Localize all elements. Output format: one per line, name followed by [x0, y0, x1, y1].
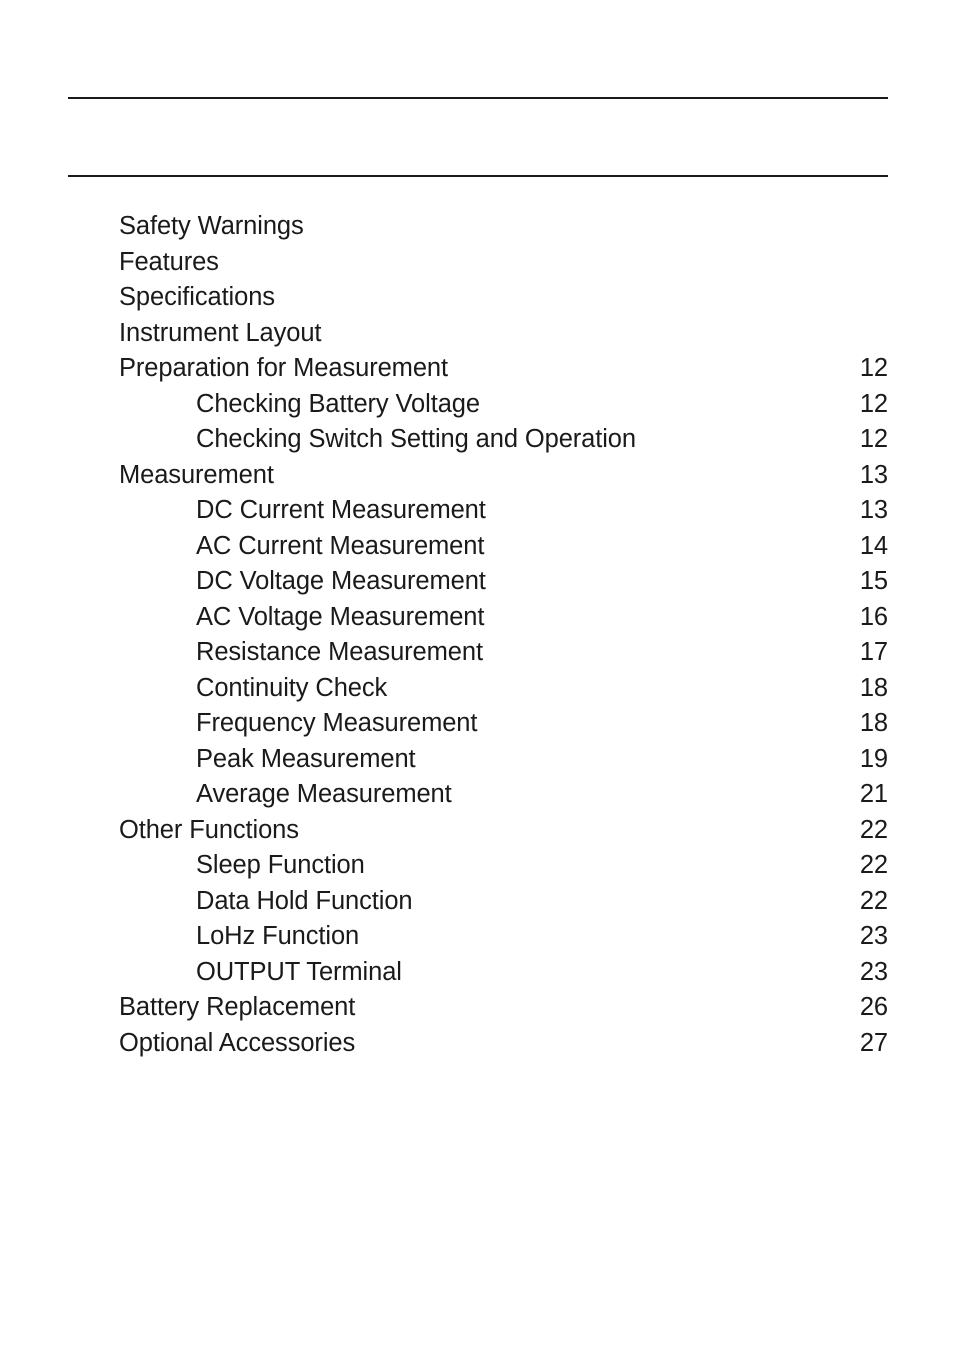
toc-entry[interactable]: Features — [119, 245, 888, 281]
toc-entry-page-number: 22 — [859, 851, 888, 879]
toc-entry[interactable]: Resistance Measurement 17 — [119, 635, 888, 671]
toc-entry-label: Peak Measurement — [196, 744, 416, 773]
toc-entry[interactable]: Battery Replacement 26 — [119, 990, 888, 1026]
toc-entry-label: AC Current Measurement — [196, 531, 485, 560]
toc-entry-page-number: 14 — [859, 531, 888, 560]
toc-entry-label: AC Voltage Measurement — [196, 602, 485, 631]
toc-entry[interactable]: Specifications — [119, 280, 888, 316]
toc-entry-label: Frequency Measurement — [196, 709, 478, 737]
toc-entry-label: Sleep Function — [196, 851, 365, 879]
toc-entry-label: DC Current Measurement — [196, 496, 486, 524]
toc-entry-page-number: 27 — [859, 1028, 888, 1057]
toc-entry[interactable]: Other Functions 22 — [119, 813, 888, 849]
toc-entry-page-number: 19 — [859, 744, 888, 773]
toc-entry-page-number: 22 — [859, 815, 888, 844]
toc-entry[interactable]: Instrument Layout — [119, 316, 888, 352]
toc-entry-page-number: 13 — [859, 496, 888, 524]
toc-entry[interactable]: Frequency Measurement 18 — [119, 706, 888, 742]
toc-entry[interactable]: Continuity Check 18 — [119, 671, 888, 707]
toc-entry-label: Instrument Layout — [119, 318, 322, 347]
toc-entry[interactable]: Average Measurement 21 — [119, 777, 888, 813]
toc-entry[interactable]: Data Hold Function 22 — [119, 884, 888, 920]
toc-entry-label: Features — [119, 247, 219, 276]
toc-entry-label: Preparation for Measurement — [119, 354, 448, 382]
table-of-contents: Safety Warnings Features Specifications Ins… — [119, 209, 888, 1061]
toc-entry-page-number: 26 — [859, 993, 888, 1021]
header-rule-bottom — [68, 175, 888, 177]
toc-entry-label: Optional Accessories — [119, 1028, 356, 1057]
header-rule-top — [68, 97, 888, 99]
toc-entry-page-number: 22 — [859, 886, 888, 915]
toc-entry[interactable]: OUTPUT Terminal 23 — [119, 955, 888, 991]
toc-entry-page-number: 16 — [859, 602, 888, 631]
toc-entry-label: Safety Warnings — [119, 212, 304, 240]
toc-entry[interactable]: AC Current Measurement 14 — [119, 529, 888, 565]
toc-entry[interactable]: Sleep Function 22 — [119, 848, 888, 884]
toc-entry-page-number: 18 — [859, 673, 888, 702]
toc-entry[interactable]: Checking Battery Voltage 12 — [119, 387, 888, 423]
toc-entry-label: Checking Battery Voltage — [196, 389, 480, 418]
toc-entry-label: Battery Replacement — [119, 993, 356, 1021]
toc-page: Safety Warnings Features Specifications Ins… — [0, 0, 954, 1346]
toc-entry-page-number: 12 — [859, 389, 888, 418]
toc-entry-page-number: 13 — [859, 460, 888, 489]
toc-entry[interactable]: Safety Warnings — [119, 209, 888, 245]
toc-entry[interactable]: AC Voltage Measurement 16 — [119, 600, 888, 636]
page-title — [68, 113, 888, 171]
toc-entry-page-number: 23 — [859, 957, 888, 986]
toc-entry-page-number: 23 — [859, 922, 888, 950]
toc-entry-label: Measurement — [119, 460, 274, 489]
toc-entry-page-number: 18 — [859, 709, 888, 737]
toc-entry-label: Checking Switch Setting and Operation — [196, 425, 636, 453]
toc-entry-page-number: 17 — [859, 638, 888, 666]
toc-entry[interactable]: Measurement 13 — [119, 458, 888, 494]
toc-entry[interactable]: Peak Measurement 19 — [119, 742, 888, 778]
toc-entry-label: Continuity Check — [196, 673, 388, 702]
toc-entry-page-number: 12 — [859, 425, 888, 453]
toc-entry-page-number: 12 — [859, 354, 888, 382]
toc-entry[interactable]: LoHz Function 23 — [119, 919, 888, 955]
toc-entry-label: Other Functions — [119, 815, 299, 844]
toc-entry-page-number: 21 — [859, 780, 888, 808]
toc-entry-label: Data Hold Function — [196, 886, 413, 915]
page-header — [68, 97, 888, 177]
toc-entry[interactable]: Preparation for Measurement 12 — [119, 351, 888, 387]
toc-entry[interactable]: Checking Switch Setting and Operation 12 — [119, 422, 888, 458]
toc-entry[interactable]: DC Voltage Measurement 15 — [119, 564, 888, 600]
toc-entry-label: Specifications — [119, 283, 275, 311]
toc-entry-label: LoHz Function — [196, 922, 360, 950]
toc-entry-label: OUTPUT Terminal — [196, 957, 402, 986]
toc-entry-page-number: 15 — [859, 567, 888, 595]
toc-entry[interactable]: Optional Accessories 27 — [119, 1026, 888, 1062]
toc-entry-label: Resistance Measurement — [196, 638, 483, 666]
toc-entry-label: DC Voltage Measurement — [196, 567, 486, 595]
toc-entry-label: Average Measurement — [196, 780, 452, 808]
toc-entry[interactable]: DC Current Measurement 13 — [119, 493, 888, 529]
